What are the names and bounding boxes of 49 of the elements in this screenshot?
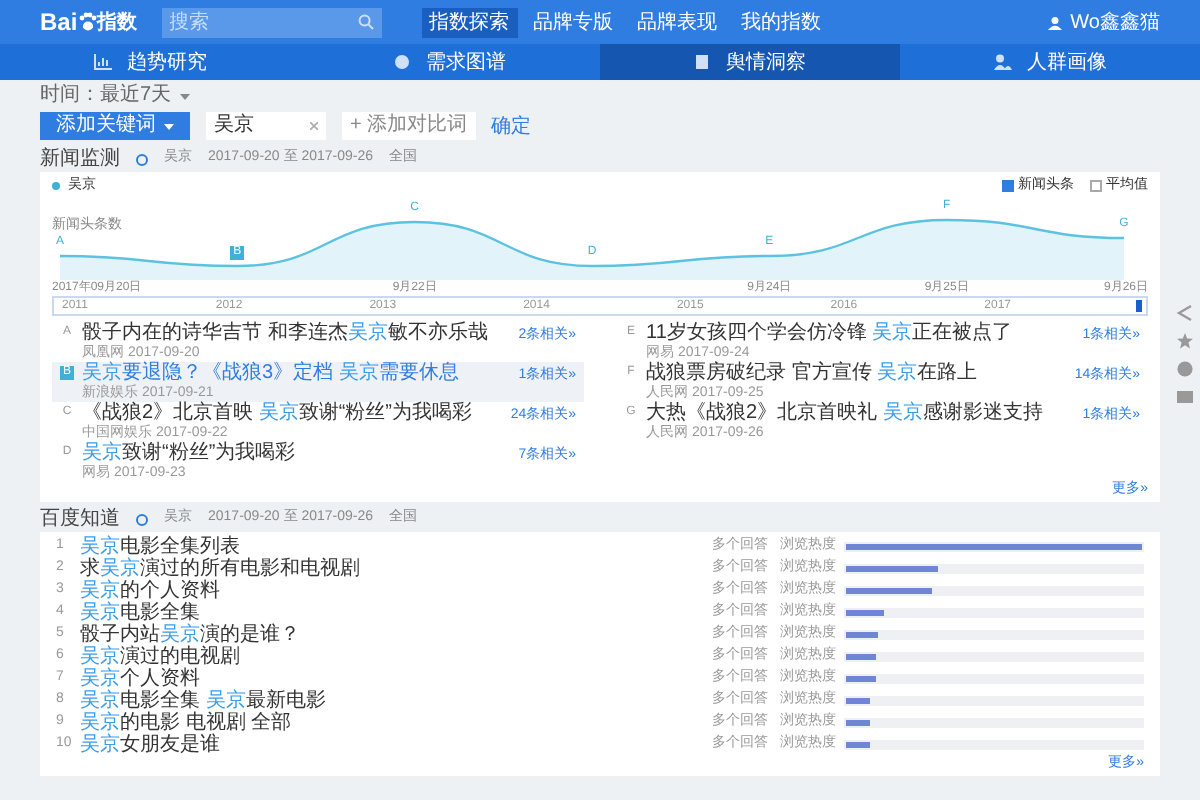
logo[interactable]: Bai 指数: [40, 4, 138, 40]
item-title[interactable]: 吴京女朋友是谁: [80, 734, 220, 756]
item-title[interactable]: 战狼票房破纪录 官方宣传 吴京在路上: [646, 362, 978, 386]
keyword-field[interactable]: 吴京: [206, 112, 326, 140]
nav-tab[interactable]: 品牌专版: [525, 7, 622, 37]
section-tab[interactable]: 人群画像: [900, 44, 1200, 80]
caret-icon: [164, 123, 174, 129]
item-title[interactable]: 吴京个人资料: [80, 668, 200, 690]
item-title[interactable]: 骰子内在的诗华吉节 和李连杰吴京敏不亦乐哉: [82, 322, 488, 346]
circle-icon: [394, 54, 410, 70]
item-title[interactable]: 求吴京演过的所有电影和电视剧: [80, 558, 360, 580]
item-title[interactable]: 吴京要退隐？《战狼3》定档 吴京需要休息: [82, 362, 459, 386]
item-title[interactable]: 吴京演过的电视剧: [80, 646, 240, 668]
item-title[interactable]: 吴京的电影 电视剧 全部: [80, 712, 292, 734]
item-title[interactable]: 11岁女孩四个学会仿冷锋 吴京正在被点了: [646, 322, 1013, 346]
item-title[interactable]: 吴京电影全集: [80, 602, 200, 624]
people-icon: [993, 54, 1011, 70]
nav-tab[interactable]: 指数探索: [421, 7, 518, 37]
chart-icon: [93, 54, 111, 70]
nav-tab[interactable]: 品牌表现: [629, 7, 726, 37]
item-title[interactable]: 大热《战狼2》北京首映礼 吴京感谢影迷支持: [646, 402, 1043, 426]
share-icon[interactable]: [1176, 304, 1194, 322]
section-tab[interactable]: 需求图谱: [300, 44, 600, 80]
item-title[interactable]: 吴京电影全集 吴京最新电影: [80, 690, 326, 712]
item-title[interactable]: 骰子内站吴京演的是谁？: [80, 624, 300, 646]
search-icon[interactable]: [357, 14, 374, 30]
section-title: 新闻监测: [40, 145, 120, 174]
time-filter[interactable]: 时间：最近7天: [40, 84, 172, 108]
add-keyword-button[interactable]: 添加关键词: [40, 112, 190, 140]
paw-icon: [77, 12, 98, 32]
clear-icon[interactable]: [310, 122, 318, 130]
user-name[interactable]: Wo鑫鑫猫: [1070, 7, 1160, 37]
section-title: 百度知道: [40, 505, 120, 534]
add-compare-button[interactable]: + 添加对比词: [342, 112, 476, 140]
star-icon[interactable]: [1176, 332, 1194, 350]
checkbox[interactable]: [1090, 180, 1102, 192]
user-icon: [1048, 15, 1063, 29]
item-title[interactable]: 吴京电影全集列表: [80, 536, 240, 558]
item-title[interactable]: 《战狼2》北京首映 吴京致谢“粉丝”为我喝彩: [82, 402, 473, 426]
section-tab[interactable]: 舆情洞察: [600, 44, 900, 80]
caret-icon: [179, 93, 190, 99]
item-title[interactable]: 吴京的个人资料: [80, 580, 220, 602]
slider-handle[interactable]: [1136, 300, 1142, 312]
section-tab[interactable]: 趋势研究: [0, 44, 300, 80]
nav-tab[interactable]: 我的指数: [733, 7, 830, 37]
item-title[interactable]: 吴京致谢“粉丝”为我喝彩: [82, 442, 296, 466]
checkbox[interactable]: [1002, 180, 1014, 192]
confirm-link[interactable]: 确定: [491, 111, 532, 141]
document-icon: [694, 54, 710, 70]
